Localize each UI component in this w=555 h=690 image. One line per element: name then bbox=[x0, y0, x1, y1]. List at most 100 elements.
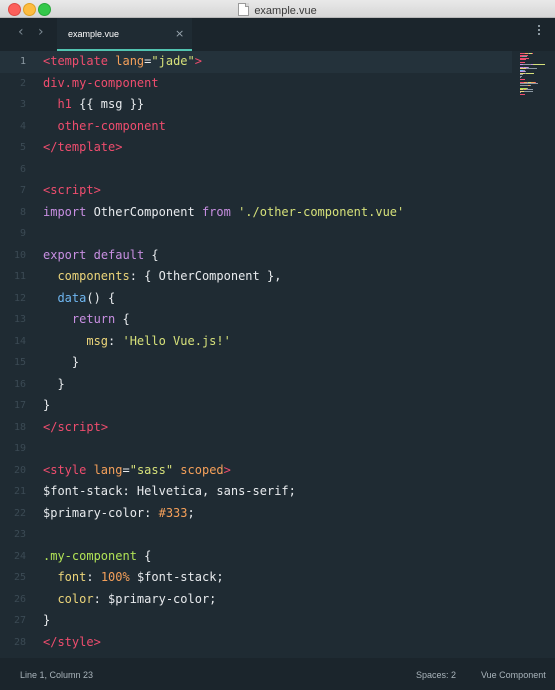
code-line[interactable]: 25 font: 100% $font-stack; bbox=[0, 567, 512, 589]
code-line[interactable]: 9 bbox=[0, 223, 512, 245]
code-line[interactable]: 3 h1 {{ msg }} bbox=[0, 94, 512, 116]
line-number: 16 bbox=[13, 378, 26, 390]
cursor-position[interactable]: Line 1, Column 23 bbox=[20, 670, 93, 680]
code-line[interactable]: 8 import OtherComponent from './other-com… bbox=[0, 202, 512, 224]
code-line[interactable]: 13 return { bbox=[0, 309, 512, 331]
code-line[interactable]: 27} bbox=[0, 610, 512, 632]
code-line[interactable]: 6 bbox=[0, 159, 512, 181]
code-line[interactable]: 14 msg: 'Hello Vue.js!' bbox=[0, 331, 512, 353]
line-number: 8 bbox=[19, 206, 26, 218]
code-text: } bbox=[43, 374, 65, 396]
code-text: $font-stack: Helvetica, sans-serif; bbox=[43, 481, 296, 503]
code-line[interactable]: 12 data() { bbox=[0, 288, 512, 310]
code-token: </ bbox=[43, 140, 58, 154]
code-token: script bbox=[50, 183, 94, 197]
code-token: } bbox=[43, 355, 80, 369]
minimap-segment bbox=[533, 63, 545, 65]
code-token: $primary-color bbox=[43, 505, 145, 520]
code-token: () { bbox=[86, 290, 116, 305]
code-line[interactable]: 7 <script> bbox=[0, 180, 512, 202]
chevron-right-icon[interactable]: › bbox=[38, 24, 44, 40]
line-number: 13 bbox=[13, 314, 26, 325]
line-number: 20 bbox=[13, 464, 26, 476]
code-line[interactable]: 21 $font-stack: Helvetica, sans-serif; bbox=[0, 481, 512, 503]
code-editor[interactable]: 1 <template lang="jade"> 2 div.my-component… bbox=[0, 51, 555, 658]
code-text: } bbox=[43, 610, 50, 632]
code-token: div.my-component bbox=[43, 75, 159, 90]
code-token: data bbox=[43, 290, 87, 305]
code-token: template bbox=[50, 54, 109, 68]
code-text: data() { bbox=[43, 288, 115, 310]
minimap-segment bbox=[526, 68, 537, 69]
minimap-segment bbox=[525, 59, 526, 60]
line-number: 7 bbox=[19, 185, 26, 196]
chevron-left-icon[interactable]: ‹ bbox=[18, 24, 24, 40]
code-line[interactable]: 11 components: { OtherComponent }, bbox=[0, 266, 512, 288]
minimap-segment bbox=[526, 72, 534, 74]
code-line[interactable]: 4 other-component bbox=[0, 116, 512, 138]
code-line[interactable]: 18 </script> bbox=[0, 417, 512, 439]
code-text: } bbox=[43, 395, 50, 417]
code-token: lang bbox=[86, 462, 123, 477]
code-token: : $primary-color; bbox=[93, 591, 217, 606]
code-line[interactable]: 28 </style> bbox=[0, 632, 512, 654]
code-token: } bbox=[43, 398, 51, 412]
line-number: 23 bbox=[13, 529, 26, 540]
code-text: </style> bbox=[43, 632, 101, 654]
minimap-segment bbox=[524, 93, 525, 95]
indentation-setting[interactable]: Spaces: 2 bbox=[416, 670, 456, 680]
line-number: 17 bbox=[13, 400, 26, 411]
line-number: 26 bbox=[13, 593, 26, 605]
line-number: 14 bbox=[13, 335, 26, 347]
code-token: $font-stack bbox=[43, 484, 123, 498]
code-line[interactable]: 16 } bbox=[0, 374, 512, 396]
code-text: $primary-color: #333; bbox=[43, 503, 195, 525]
code-token: } bbox=[43, 376, 65, 391]
code-token: "jade" bbox=[151, 54, 195, 68]
code-text: .my-component { bbox=[43, 546, 151, 568]
code-token: script bbox=[57, 419, 101, 434]
code-line[interactable]: 23 bbox=[0, 524, 512, 546]
status-bar: Line 1, Column 23 Spaces: 2 Vue Componen… bbox=[0, 658, 555, 690]
more-menu-icon[interactable] bbox=[538, 25, 541, 37]
code-line[interactable]: 19 bbox=[0, 438, 512, 460]
minimap[interactable] bbox=[520, 53, 550, 95]
code-text: color: $primary-color; bbox=[43, 589, 216, 611]
code-line[interactable]: 1 <template lang="jade"> bbox=[0, 51, 512, 73]
syntax-selector[interactable]: Vue Component bbox=[481, 670, 546, 680]
code-line[interactable]: 24 .my-component { bbox=[0, 546, 512, 568]
code-line[interactable]: 22 $primary-color: #333; bbox=[0, 503, 512, 525]
close-tab-icon[interactable]: × bbox=[175, 27, 184, 40]
code-text: <script> bbox=[43, 180, 101, 202]
minimap-segment bbox=[524, 90, 533, 92]
code-text: msg: 'Hello Vue.js!' bbox=[43, 331, 231, 353]
code-token: : bbox=[144, 505, 159, 520]
code-token: components bbox=[43, 269, 130, 283]
line-number: 22 bbox=[13, 507, 26, 519]
code-line[interactable]: 26 color: $primary-color; bbox=[0, 589, 512, 611]
code-token: return bbox=[43, 312, 116, 326]
code-token: msg bbox=[43, 333, 109, 348]
code-token: from bbox=[201, 204, 231, 219]
code-line[interactable]: 10 export default { bbox=[0, 245, 512, 267]
code-line[interactable]: 17} bbox=[0, 395, 512, 417]
code-token: export bbox=[43, 247, 87, 262]
code-token: > bbox=[194, 54, 202, 68]
code-token: #333 bbox=[158, 505, 188, 520]
code-line[interactable]: 20 <style lang="sass" scoped> bbox=[0, 460, 512, 482]
minimap-segment bbox=[530, 84, 531, 86]
code-token: h1 bbox=[43, 97, 72, 111]
code-line[interactable]: 5 </template> bbox=[0, 137, 512, 159]
code-line[interactable]: 15 } bbox=[0, 352, 512, 374]
tab-example-vue[interactable]: example.vue × bbox=[57, 18, 192, 51]
code-token: style bbox=[57, 634, 94, 649]
code-line[interactable]: 2 div.my-component bbox=[0, 73, 512, 95]
line-number: 10 bbox=[13, 249, 26, 261]
line-number: 12 bbox=[13, 292, 26, 304]
line-number: 25 bbox=[13, 572, 26, 583]
line-number: 5 bbox=[19, 142, 26, 153]
code-token: } bbox=[43, 613, 51, 627]
code-text: import OtherComponent from './other-comp… bbox=[43, 202, 404, 224]
code-token: </ bbox=[43, 634, 58, 649]
code-token: {{ msg }} bbox=[71, 97, 145, 111]
